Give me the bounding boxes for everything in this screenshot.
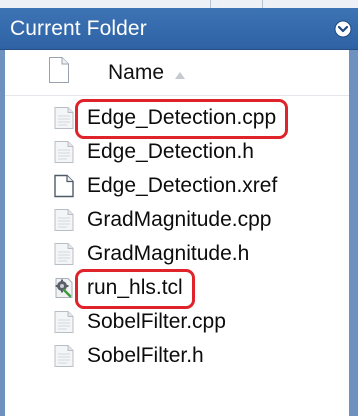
sort-ascending-icon [175, 66, 185, 79]
blank-file-icon [53, 174, 75, 198]
file-row[interactable]: SobelFilter.cpp [5, 305, 349, 339]
file-name: GradMagnitude.cpp [87, 208, 272, 231]
file-name: SobelFilter.cpp [87, 310, 226, 333]
text-file-icon [53, 310, 75, 334]
name-column-label: Name [108, 61, 165, 84]
script-file-icon [53, 276, 75, 300]
text-file-icon [53, 344, 75, 368]
file-name: Edge_Detection.xref [87, 174, 278, 197]
highlight-box [75, 269, 195, 309]
name-column-header[interactable]: Name [5, 50, 349, 96]
file-row[interactable]: Edge_Detection.h [5, 135, 349, 169]
file-row[interactable]: GradMagnitude.h [5, 237, 349, 271]
panel-header: Current Folder [0, 8, 358, 50]
file-name: SobelFilter.h [87, 344, 204, 367]
text-file-icon [53, 140, 75, 164]
circle-chevron-down-icon[interactable] [334, 20, 352, 38]
file-row[interactable]: GradMagnitude.cpp [5, 203, 349, 237]
file-row[interactable]: Edge_Detection.xref [5, 169, 349, 203]
current-folder-panel: Current Folder Name Edge_Detection.cpp E… [0, 0, 358, 416]
text-file-icon [53, 242, 75, 266]
file-row[interactable]: SobelFilter.h [5, 339, 349, 373]
file-name: Edge_Detection.h [87, 140, 254, 163]
panel-right-border [349, 50, 358, 416]
text-file-icon [53, 208, 75, 232]
blank-file-icon [48, 56, 70, 84]
file-name: GradMagnitude.h [87, 242, 250, 265]
highlight-box [75, 99, 289, 139]
text-file-icon [53, 106, 75, 130]
panel-title: Current Folder [10, 17, 147, 40]
